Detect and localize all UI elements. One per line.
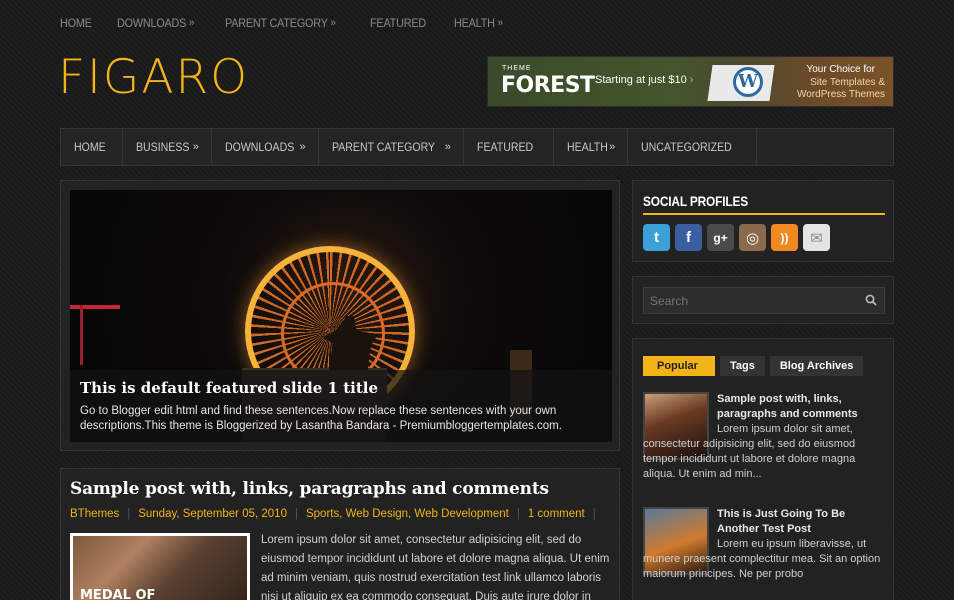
widget-tabs: Popular Tags Blog Archives [643, 356, 864, 376]
banner-headline: Your Choice for [806, 64, 875, 75]
wordpress-icon: W [733, 67, 763, 97]
slide-image-crane [70, 305, 120, 309]
post-categories[interactable]: Sports, Web Design, Web Development [306, 508, 509, 520]
tab-popular[interactable]: Popular [643, 356, 715, 376]
banner-subline: Site Templates & WordPress Themes [797, 77, 885, 100]
popular-post-excerpt: Lorem eu ipsum liberavisse, ut munere pr… [643, 538, 881, 580]
main-nav-label: HEALTH [566, 140, 608, 154]
post-excerpt: Lorem ipsum dolor sit amet, consectetur … [261, 534, 610, 600]
search-icon[interactable] [865, 294, 877, 306]
top-nav-item-home[interactable]: HOME [60, 16, 92, 30]
chevron-right-icon: » [330, 17, 336, 29]
tab-tags[interactable]: Tags [719, 356, 765, 376]
top-nav: HOME DOWNLOADS» PARENT CATEGORY» FEATURE… [60, 16, 530, 30]
popular-post-item: Sample post with, links, paragraphs and … [643, 392, 889, 502]
main-nav-label: UNCATEGORIZED [641, 140, 732, 154]
popular-post-title[interactable]: This is Just Going To Be Another Test Po… [717, 507, 889, 537]
main-nav-label: FEATURED [476, 140, 534, 154]
featured-slider: This is default featured slide 1 title G… [60, 180, 620, 451]
main-nav-label: BUSINESS [136, 140, 190, 154]
main-nav-label: PARENT CATEGORY [331, 140, 435, 154]
meta-separator: | [516, 508, 520, 520]
meta-separator: | [294, 508, 298, 520]
tabbed-widget: Popular Tags Blog Archives Sample post w… [632, 338, 894, 600]
rss-icon[interactable]: )) [771, 224, 798, 251]
email-icon[interactable]: ✉ [803, 224, 830, 251]
post-title[interactable]: Sample post with, links, paragraphs and … [70, 479, 549, 499]
main-nav-item-health[interactable]: HEALTH» [554, 129, 629, 165]
facebook-icon[interactable]: f [675, 224, 702, 251]
main-nav-item-business[interactable]: BUSINESS» [123, 129, 212, 165]
googleplus-icon[interactable]: g+ [707, 224, 734, 251]
search-widget [632, 276, 894, 324]
post-author[interactable]: BThemes [70, 508, 119, 520]
main-nav-item-home[interactable]: HOME [61, 129, 123, 165]
top-nav-label: HEALTH [454, 16, 495, 30]
main-nav-item-featured[interactable]: FEATURED [464, 129, 554, 165]
social-icons: t f g+ ◎ )) ✉ [643, 224, 830, 251]
top-nav-label: FEATURED [370, 16, 427, 30]
social-profiles-widget: SOCIAL PROFILES t f g+ ◎ )) ✉ [632, 180, 894, 262]
post-thumbnail[interactable]: MEDAL OF [70, 533, 250, 600]
chevron-right-icon: » [192, 141, 199, 153]
top-nav-item-health[interactable]: HEALTH» [454, 16, 503, 30]
widget-title: SOCIAL PROFILES [643, 193, 749, 209]
main-nav-label: DOWNLOADS [224, 140, 295, 154]
tab-blog-archives[interactable]: Blog Archives [769, 356, 864, 376]
chevron-right-icon: » [609, 141, 616, 153]
instagram-icon[interactable]: ◎ [739, 224, 766, 251]
top-nav-item-downloads[interactable]: DOWNLOADS» [117, 16, 194, 30]
post-date: Sunday, September 05, 2010 [138, 508, 287, 520]
main-nav: HOME BUSINESS» DOWNLOADS» PARENT CATEGOR… [60, 128, 894, 166]
chevron-right-icon: » [444, 141, 451, 153]
banner-brand: FOREST [501, 73, 595, 98]
meta-separator: | [127, 508, 131, 520]
post-meta: BThemes | Sunday, September 05, 2010 | S… [70, 508, 604, 520]
banner-brand-small: THEME [502, 65, 532, 72]
popular-post-item: This is Just Going To Be Another Test Po… [643, 507, 889, 600]
chevron-right-icon: » [299, 141, 306, 153]
meta-separator: | [592, 508, 596, 520]
site-logo[interactable]: FIGARO [58, 52, 249, 104]
main-nav-label: HOME [74, 140, 106, 154]
slide-description: Go to Blogger edit html and find these s… [80, 405, 562, 432]
post-card: Sample post with, links, paragraphs and … [60, 468, 620, 600]
main-nav-item-downloads[interactable]: DOWNLOADS » [212, 129, 319, 165]
widget-title-underline [643, 213, 885, 215]
top-nav-label: PARENT CATEGORY [225, 16, 328, 30]
themeforest-banner-ad[interactable]: THEME FOREST Starting at just $10 › W Yo… [487, 56, 894, 107]
post-comments[interactable]: 1 comment [528, 508, 585, 520]
chevron-right-icon: » [189, 17, 195, 29]
top-nav-item-featured[interactable]: FEATURED [370, 16, 426, 30]
banner-starting-text: Starting at just $10 › [595, 74, 694, 86]
top-nav-item-parent-category[interactable]: PARENT CATEGORY» [225, 16, 336, 30]
thumbnail-text: MEDAL OF [80, 588, 156, 600]
main-nav-item-uncategorized[interactable]: UNCATEGORIZED [628, 129, 758, 165]
slide-title[interactable]: This is default featured slide 1 title [80, 379, 602, 397]
slide-image-crane-mast [80, 305, 83, 365]
popular-post-title[interactable]: Sample post with, links, paragraphs and … [717, 392, 889, 422]
chevron-right-icon: » [497, 17, 504, 29]
popular-post-excerpt: Lorem ipsum dolor sit amet, consectetur … [643, 423, 856, 480]
main-nav-item-parent-category[interactable]: PARENT CATEGORY » [319, 129, 464, 165]
top-nav-label: HOME [60, 16, 92, 30]
twitter-icon[interactable]: t [643, 224, 670, 251]
search-input[interactable] [643, 287, 885, 314]
top-nav-label: DOWNLOADS [117, 16, 187, 30]
slide-caption: This is default featured slide 1 title G… [70, 370, 612, 442]
